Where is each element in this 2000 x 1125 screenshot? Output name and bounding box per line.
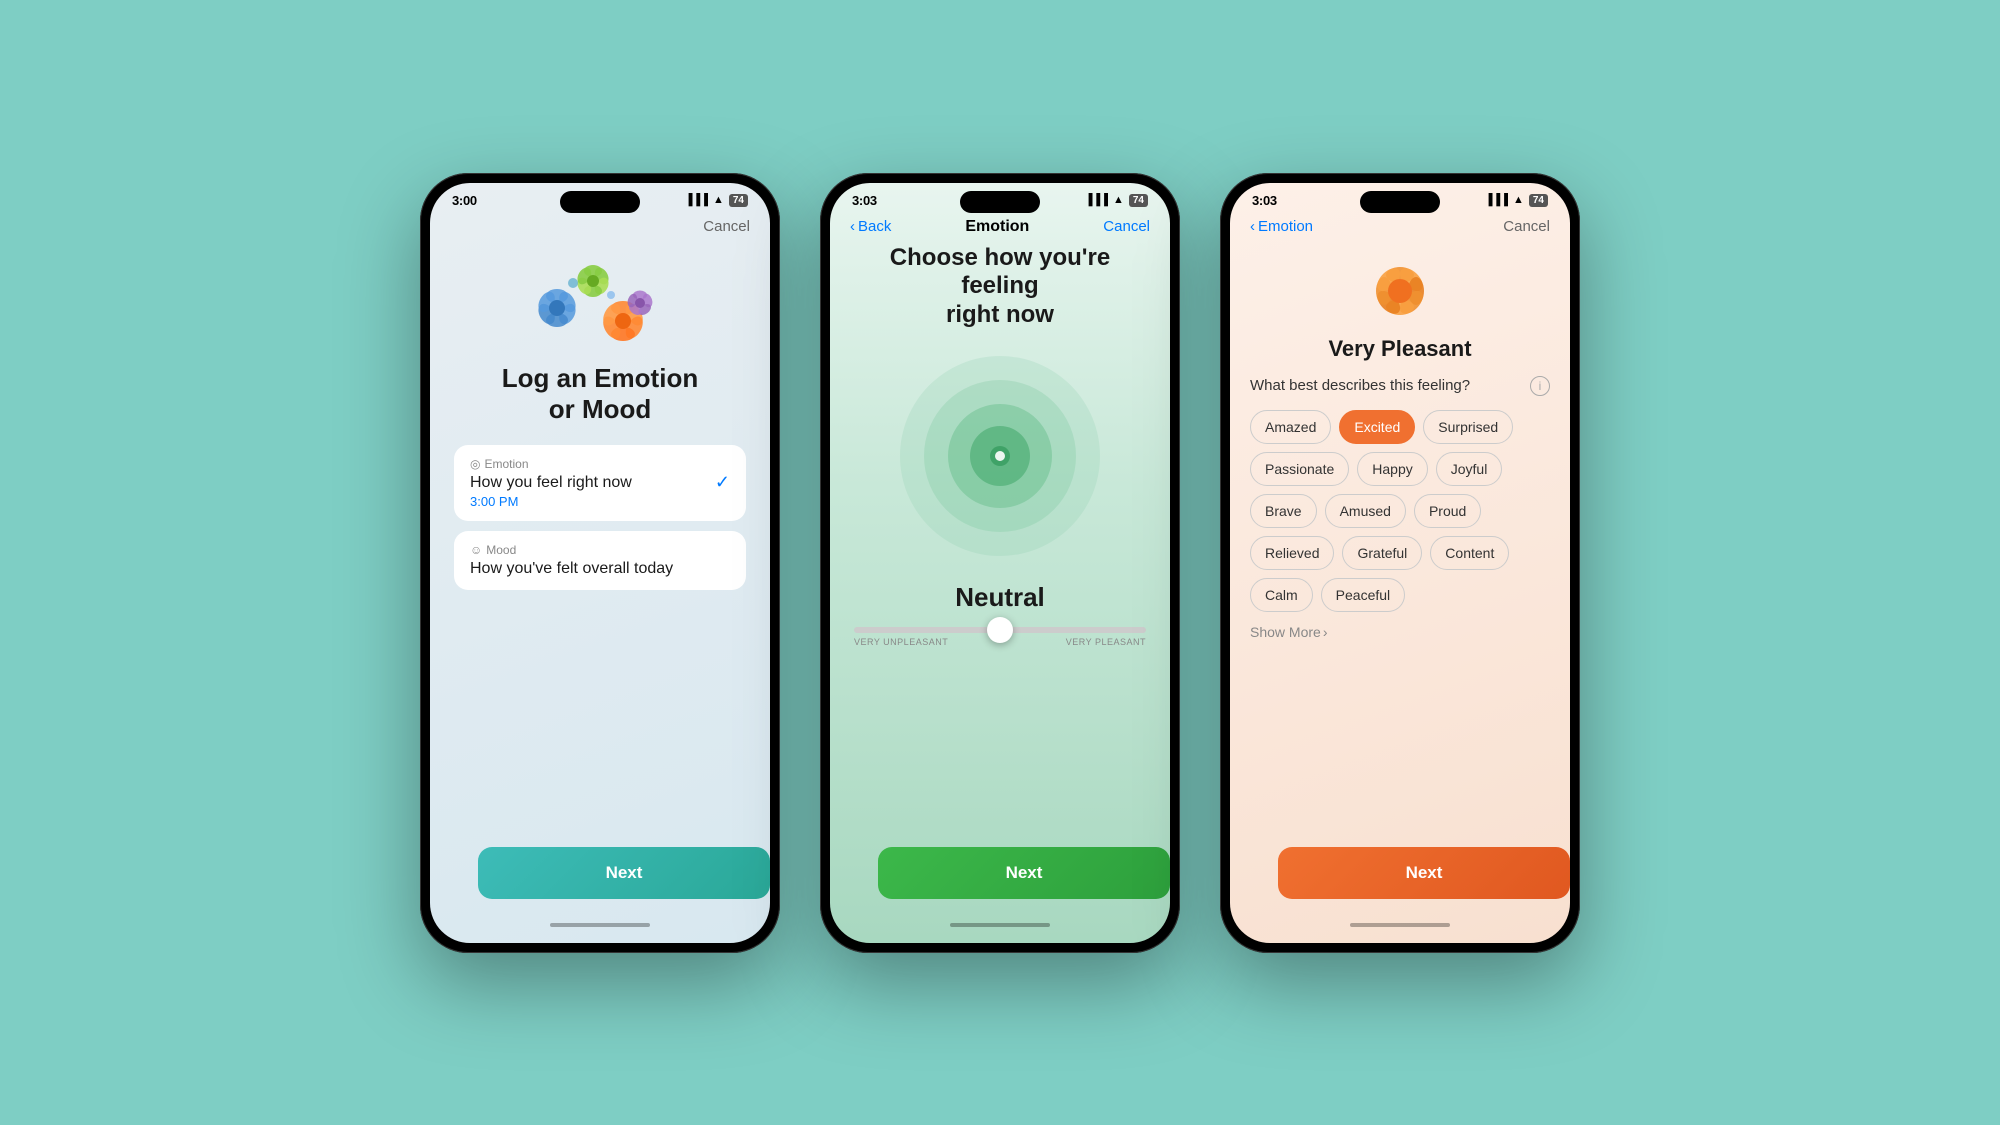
info-icon[interactable]: i [1530, 376, 1550, 396]
tag-relieved[interactable]: Relieved [1250, 536, 1334, 570]
home-indicator-3 [1350, 923, 1450, 927]
phone3-content: Very Pleasant What best describes this f… [1230, 243, 1570, 839]
tag-excited[interactable]: Excited [1339, 410, 1415, 444]
tag-passionate[interactable]: Passionate [1250, 452, 1349, 486]
pleasant-title: Very Pleasant [1328, 336, 1471, 362]
emotion-time: 3:00 PM [470, 494, 632, 509]
tag-surprised[interactable]: Surprised [1423, 410, 1513, 444]
status-time-1: 3:00 [452, 193, 477, 208]
feeling-question: What best describes this feeling? i [1250, 376, 1550, 396]
mood-desc: How you've felt overall today [470, 560, 673, 578]
feeling-tags: Amazed Excited Surprised Passionate Happ… [1250, 410, 1550, 612]
choose-title: Choose how you're feelingright now [850, 244, 1150, 330]
slider-container: VERY UNPLEASANT VERY PLEASANT [850, 627, 1150, 647]
check-icon: ✓ [715, 472, 730, 493]
emotion-option-left: ◎ Emotion How you feel right now 3:00 PM [470, 457, 632, 509]
dynamic-island-1 [560, 191, 640, 213]
battery-icon-3: 74 [1529, 194, 1548, 207]
battery-icon: 74 [729, 194, 748, 207]
wifi-icon-2: ▲ [1113, 194, 1124, 206]
cancel-button-2[interactable]: Cancel [1103, 218, 1150, 235]
phone3-bottom: Next [1230, 839, 1570, 943]
status-icons-2: ▐▐▐ ▲ 74 [1085, 194, 1148, 207]
emotion-circle-icon: ◎ [470, 457, 480, 471]
next-button-3[interactable]: Next [1278, 847, 1570, 899]
status-time-3: 3:03 [1252, 193, 1277, 208]
emotion-option-card[interactable]: ◎ Emotion How you feel right now 3:00 PM… [454, 445, 746, 521]
chevron-right-icon: › [1323, 624, 1328, 640]
emotion-desc: How you feel right now [470, 474, 632, 492]
dynamic-island-3 [1360, 191, 1440, 213]
emotion-label: ◎ Emotion [470, 457, 632, 471]
tag-amazed[interactable]: Amazed [1250, 410, 1331, 444]
main-title-1: Log an Emotionor Mood [502, 363, 698, 425]
signal-icon: ▐▐▐ [685, 194, 708, 206]
mood-icon: ☺ [470, 543, 482, 557]
next-button-1[interactable]: Next [478, 847, 770, 899]
home-indicator-1 [550, 923, 650, 927]
status-icons-1: ▐▐▐ ▲ 74 [685, 194, 748, 207]
phone2-content: Choose how you're feelingright now [830, 244, 1170, 839]
mood-option-left: ☺ Mood How you've felt overall today [470, 543, 673, 578]
phone1-bottom: Next [430, 839, 770, 943]
nav-bar-1: Cancel [430, 212, 770, 243]
chevron-left-icon: ‹ [850, 218, 855, 235]
nav-bar-3: ‹ Emotion Cancel [1230, 212, 1570, 243]
neutral-label: Neutral [955, 582, 1045, 613]
mood-option-card[interactable]: ☺ Mood How you've felt overall today [454, 531, 746, 590]
slider-thumb[interactable] [987, 617, 1013, 643]
battery-icon-2: 74 [1129, 194, 1148, 207]
orange-flower-illustration [1360, 251, 1440, 336]
back-button-2[interactable]: ‹ Back [850, 218, 891, 235]
tag-peaceful[interactable]: Peaceful [1321, 578, 1405, 612]
status-time-2: 3:03 [852, 193, 877, 208]
phone1-content: Log an Emotionor Mood ◎ Emotion How you … [430, 243, 770, 839]
tag-happy[interactable]: Happy [1357, 452, 1427, 486]
tag-content[interactable]: Content [1430, 536, 1509, 570]
phone-1: 3:00 ▐▐▐ ▲ 74 Cancel [420, 173, 780, 953]
nav-title-2: Emotion [965, 218, 1029, 236]
tag-calm[interactable]: Calm [1250, 578, 1313, 612]
emotion-wheel[interactable] [890, 346, 1110, 566]
chevron-left-icon-3: ‹ [1250, 218, 1255, 235]
slider-left-label: VERY UNPLEASANT [854, 637, 948, 647]
slider-track[interactable] [854, 627, 1146, 633]
wifi-icon-3: ▲ [1513, 194, 1524, 206]
flowers-illustration [535, 253, 665, 353]
signal-icon-2: ▐▐▐ [1085, 194, 1108, 206]
slider-right-label: VERY PLEASANT [1066, 637, 1146, 647]
nav-bar-2: ‹ Back Emotion Cancel [830, 212, 1170, 244]
phone2-bottom: Next [830, 839, 1170, 943]
signal-icon-3: ▐▐▐ [1485, 194, 1508, 206]
show-more-button[interactable]: Show More › [1250, 624, 1550, 640]
wifi-icon: ▲ [713, 194, 724, 206]
status-icons-3: ▐▐▐ ▲ 74 [1485, 194, 1548, 207]
tag-proud[interactable]: Proud [1414, 494, 1481, 528]
cancel-button-1[interactable]: Cancel [703, 218, 750, 235]
tag-joyful[interactable]: Joyful [1436, 452, 1503, 486]
phone-2: 3:03 ▐▐▐ ▲ 74 ‹ Back Emotion Cancel Choo… [820, 173, 1180, 953]
mood-label: ☺ Mood [470, 543, 673, 557]
phone-3: 3:03 ▐▐▐ ▲ 74 ‹ Emotion Cancel [1220, 173, 1580, 953]
tag-grateful[interactable]: Grateful [1342, 536, 1422, 570]
tag-amused[interactable]: Amused [1325, 494, 1406, 528]
cancel-button-3[interactable]: Cancel [1503, 218, 1550, 235]
tag-brave[interactable]: Brave [1250, 494, 1317, 528]
dynamic-island-2 [960, 191, 1040, 213]
back-button-3[interactable]: ‹ Emotion [1250, 218, 1313, 235]
home-indicator-2 [950, 923, 1050, 927]
next-button-2[interactable]: Next [878, 847, 1170, 899]
